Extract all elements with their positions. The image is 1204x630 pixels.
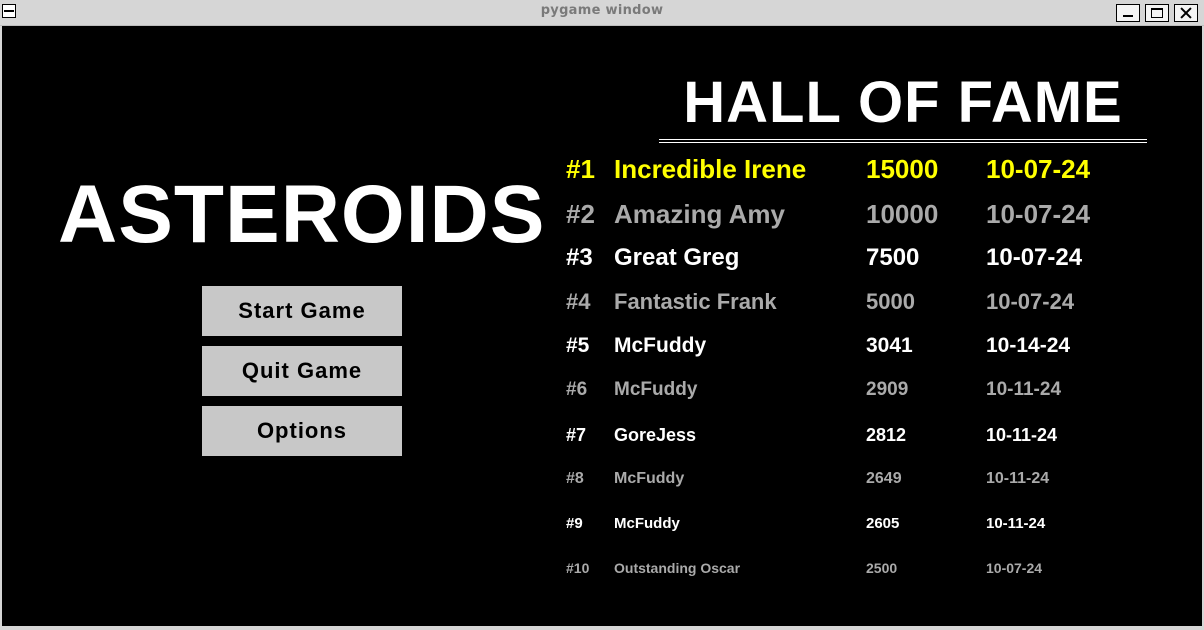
rank-label: #4 bbox=[566, 289, 591, 314]
rank-label: #7 bbox=[566, 425, 587, 445]
rank-label: #9 bbox=[566, 515, 583, 532]
hall-of-fame-title: HALL OF FAME bbox=[683, 70, 1123, 135]
quit-game-button[interactable]: Quit Game bbox=[202, 346, 402, 396]
player-score: 2649 bbox=[866, 470, 902, 487]
rank-label: #3 bbox=[566, 244, 593, 271]
window-title: pygame window bbox=[540, 3, 664, 18]
player-name: Amazing Amy bbox=[614, 199, 785, 229]
player-score: 3041 bbox=[866, 334, 913, 357]
player-score: 2500 bbox=[866, 560, 898, 576]
rank-label: #10 bbox=[566, 560, 590, 576]
rank-label: #5 bbox=[566, 334, 590, 357]
player-score: 7500 bbox=[866, 244, 920, 271]
score-date: 10-11-24 bbox=[986, 379, 1062, 400]
score-date: 10-11-24 bbox=[986, 425, 1058, 445]
score-date: 10-07-24 bbox=[986, 244, 1083, 271]
player-name: Fantastic Frank bbox=[614, 289, 777, 314]
rank-label: #6 bbox=[566, 379, 588, 400]
close-button[interactable] bbox=[1174, 4, 1198, 22]
game-title: ASTEROIDS bbox=[58, 169, 546, 260]
score-date: 10-11-24 bbox=[986, 470, 1050, 487]
hall-of-fame-underline bbox=[659, 139, 1147, 143]
score-date: 10-07-24 bbox=[986, 289, 1075, 314]
maximize-button[interactable] bbox=[1145, 4, 1169, 22]
player-name: Outstanding Oscar bbox=[614, 560, 741, 576]
window-border-bottom bbox=[0, 626, 1204, 630]
score-date: 10-07-24 bbox=[986, 154, 1091, 184]
player-name: Incredible Irene bbox=[614, 154, 807, 184]
player-name: McFuddy bbox=[614, 334, 707, 357]
score-date: 10-07-24 bbox=[986, 560, 1043, 576]
player-score: 2909 bbox=[866, 379, 909, 400]
player-score: 15000 bbox=[866, 154, 939, 184]
player-name: GoreJess bbox=[614, 425, 697, 445]
player-name: Great Greg bbox=[614, 244, 740, 271]
player-score: 10000 bbox=[866, 199, 939, 229]
player-name: McFuddy bbox=[614, 470, 685, 487]
start-game-button[interactable]: Start Game bbox=[202, 286, 402, 336]
score-date: 10-14-24 bbox=[986, 334, 1071, 357]
player-score: 5000 bbox=[866, 289, 915, 314]
score-date: 10-07-24 bbox=[986, 199, 1091, 229]
rank-label: #8 bbox=[566, 470, 584, 487]
minimize-button[interactable] bbox=[1116, 4, 1140, 22]
rank-label: #1 bbox=[566, 154, 595, 184]
player-name: McFuddy bbox=[614, 515, 680, 532]
score-date: 10-11-24 bbox=[986, 515, 1046, 532]
window-titlebar[interactable]: pygame window bbox=[0, 0, 1204, 26]
options-button[interactable]: Options bbox=[202, 406, 402, 456]
player-score: 2812 bbox=[866, 425, 907, 445]
rank-label: #2 bbox=[566, 199, 595, 229]
player-score: 2605 bbox=[866, 515, 900, 532]
player-name: McFuddy bbox=[614, 379, 698, 400]
